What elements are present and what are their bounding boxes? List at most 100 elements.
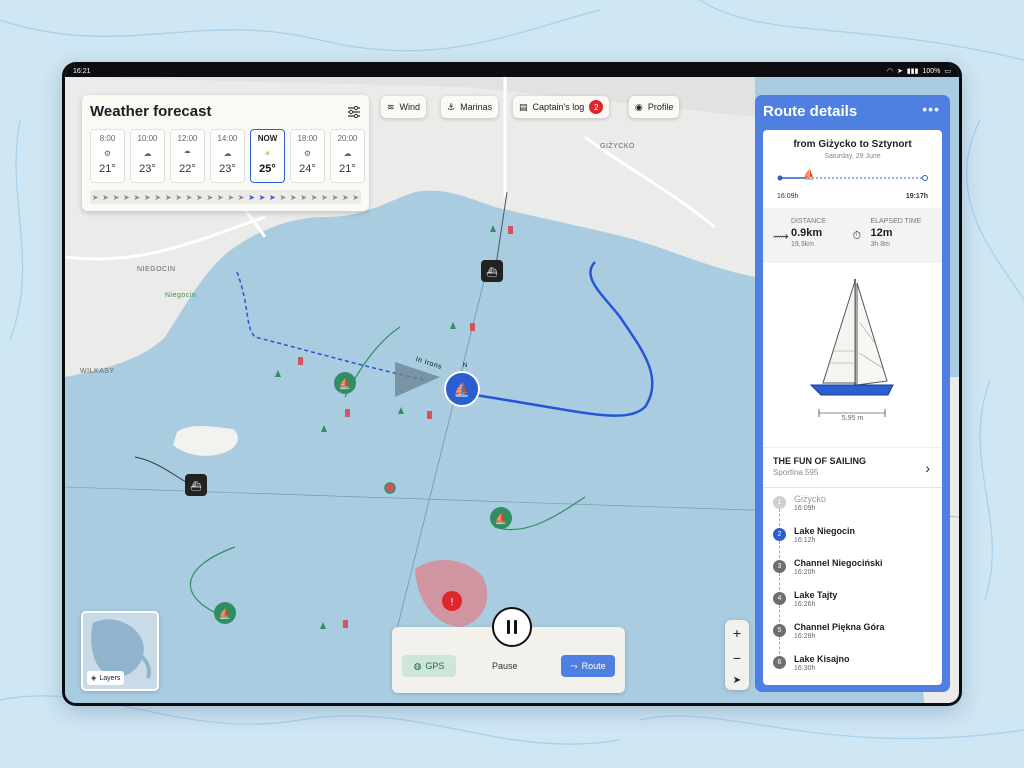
stop-number: 5 xyxy=(773,624,786,637)
stop-name: Channel Niegociński xyxy=(794,558,883,568)
wind-arrow-icon: ➤ xyxy=(102,192,109,202)
stop-number: 4 xyxy=(773,592,786,605)
wind-arrow-icon: ➤ xyxy=(227,192,235,202)
sun-icon: ☀ xyxy=(263,148,272,158)
stop-time: 16:09h xyxy=(794,505,816,512)
stop-time: 16:26h xyxy=(794,601,816,608)
hour-temp: 22° xyxy=(179,163,196,175)
wind-arrow-icon: ➤ xyxy=(352,192,360,202)
svg-text:⛵: ⛵ xyxy=(803,168,815,181)
svg-text:⛴: ⛴ xyxy=(190,481,202,491)
route-stop[interactable]: 5 Channel Piękna Góra 16:28h xyxy=(773,622,932,654)
route-stop[interactable]: 4 Lake Tajty 16:26h xyxy=(773,590,932,622)
battery-percent: 100% xyxy=(922,67,941,75)
hour-time: 8:00 xyxy=(99,134,116,143)
boat-length: 5,95 m xyxy=(841,415,864,422)
map-label-niegocin: NIEGOCIN xyxy=(137,266,176,273)
tablet-device: 16:21 ◠ ➤ ▮▮▮ 100% ▭ ! ⛵ N ⛵ ⛵ ⛵ ⛴ ⛴ NIE… xyxy=(62,62,962,706)
end-time: 19:17h xyxy=(905,193,928,200)
layers-icon: ◈ xyxy=(91,675,97,682)
hour-temp: 23° xyxy=(219,163,236,175)
stop-name: Giżycko xyxy=(794,494,827,504)
gear-icon: ⚙ xyxy=(303,148,312,158)
route-stop[interactable]: 3 Channel Niegociński 16:20h xyxy=(773,558,932,590)
gps-button[interactable]: ◍ GPS xyxy=(402,655,456,677)
layers-button[interactable]: ◈ Layers xyxy=(81,611,159,691)
user-icon: ◉ xyxy=(635,101,643,112)
wind-arrow-icon: ➤ xyxy=(196,192,203,202)
more-options-icon[interactable]: ••• xyxy=(922,101,940,117)
elapsed-label: ELAPSED TIME xyxy=(870,218,922,225)
profile-label: Profile xyxy=(647,102,674,112)
captains-log-badge: 2 xyxy=(589,100,604,114)
forecast-hour[interactable]: 8:00 ⚙ 21° xyxy=(90,129,125,183)
stop-name: Lake Tajty xyxy=(794,590,838,600)
hour-time: 12:00 xyxy=(177,134,198,143)
stop-name: Lake Kisajno xyxy=(794,654,850,664)
route-progress-track: ⛵ xyxy=(777,168,928,181)
wind-arrow-icon: ➤ xyxy=(112,192,120,202)
distance-value: 0.9km xyxy=(791,227,823,239)
wind-arrow-icon: ➤ xyxy=(164,192,172,202)
north-label: N xyxy=(463,363,467,369)
forecast-hour[interactable]: 14:00 ☁ 23° xyxy=(210,129,245,183)
wind-arrow-icon: ➤ xyxy=(123,192,130,202)
route-stop[interactable]: 6 Lake Kisajno 16:30h xyxy=(773,654,932,685)
captains-log-button[interactable]: ▤ Captain's log 2 xyxy=(513,96,610,118)
hour-time: NOW xyxy=(257,134,278,143)
elapsed-stat: ⏱ ELAPSED TIME 12m 3h 8m xyxy=(853,218,933,253)
route-label: Route xyxy=(581,661,606,671)
map-label-gizycko: GIŻYCKO xyxy=(600,143,636,150)
cloud-sun-icon: ☁ xyxy=(223,148,232,158)
wind-arrow-icon: ➤ xyxy=(331,192,339,202)
gear-icon: ⚙ xyxy=(103,148,112,158)
gps-label: GPS xyxy=(425,661,445,671)
signal-icon: ▮▮▮ xyxy=(906,68,919,75)
svg-text:!: ! xyxy=(451,597,454,608)
svg-text:⛵: ⛵ xyxy=(495,512,507,525)
stop-time: 16:30h xyxy=(794,665,816,672)
start-time: 16:09h xyxy=(777,193,799,200)
wind-arrow-icon: ➤ xyxy=(279,192,287,202)
filter-settings-icon[interactable] xyxy=(347,105,361,119)
pause-button[interactable] xyxy=(492,607,532,647)
route-stop[interactable]: 1 Giżycko 16:09h xyxy=(773,494,932,526)
boat-illustration: 5,95 m xyxy=(763,263,942,448)
stopwatch-icon: ⏱ xyxy=(852,230,862,242)
elapsed-value: 12m xyxy=(870,227,893,239)
captains-log-label: Captain's log xyxy=(532,102,585,112)
navigation-controls: ◍ GPS Pause ⤳ Route xyxy=(392,607,625,693)
locate-icon[interactable]: ➤ xyxy=(733,675,741,686)
wind-label: Wind xyxy=(399,102,421,112)
route-icon: ⤳ xyxy=(570,660,578,671)
zoom-out-button[interactable]: − xyxy=(733,650,741,666)
forecast-hour[interactable]: 10:00 ☁ 23° xyxy=(130,129,165,183)
app-screen: 16:21 ◠ ➤ ▮▮▮ 100% ▭ ! ⛵ N ⛵ ⛵ ⛵ ⛴ ⛴ NIE… xyxy=(65,65,959,703)
route-timeline: ⛵ 16:09h 19:17h xyxy=(777,166,928,202)
route-stats: ⟿ DISTANCE 0.9km 19,3km ⏱ ELAPSED TIME 1… xyxy=(763,208,942,263)
wind-button[interactable]: ≋ Wind xyxy=(381,96,427,118)
forecast-hour[interactable]: 12:00 ☂ 22° xyxy=(170,129,205,183)
wind-arrow-icon: ➤ xyxy=(289,192,297,202)
forecast-hour[interactable]: 18:00 ⚙ 24° xyxy=(290,129,325,183)
distance-icon: ⟿ xyxy=(773,231,789,243)
forecast-hour[interactable]: 20:00 ☁ 21° xyxy=(330,129,365,183)
hourly-forecast: 8:00 ⚙ 21° 10:00 ☁ 23° 12:00 ☂ 22° 14:00 ☁ 23° N… xyxy=(90,129,365,183)
boat-info-row[interactable]: THE FUN OF SAILING Sportina 595 › xyxy=(763,448,942,488)
zoom-in-button[interactable]: + xyxy=(733,625,741,641)
forecast-hour-now[interactable]: NOW ☀ 25° xyxy=(250,129,285,183)
wind-arrow-icon: ➤ xyxy=(133,192,141,202)
hour-temp: 24° xyxy=(299,163,316,175)
profile-button[interactable]: ◉ Profile xyxy=(629,96,680,118)
hour-time: 18:00 xyxy=(297,134,318,143)
cloud-sun-icon: ☁ xyxy=(143,148,152,158)
stop-time: 16:20h xyxy=(794,569,816,576)
route-button[interactable]: ⤳ Route xyxy=(561,655,615,677)
stop-number: 2 xyxy=(773,528,786,541)
wind-arrow-icon: ➤ xyxy=(143,192,151,202)
svg-text:⛵: ⛵ xyxy=(219,607,231,620)
route-stop-current[interactable]: 2 Lake Niegocin 16:12h xyxy=(773,526,932,558)
marinas-button[interactable]: ⚓ Marinas xyxy=(441,96,499,118)
map-label-wilkasy: WILKASY xyxy=(80,368,115,375)
route-stops-list: 1 Giżycko 16:09h 2 Lake Niegocin 16:12h 3 Cha… xyxy=(763,488,942,685)
